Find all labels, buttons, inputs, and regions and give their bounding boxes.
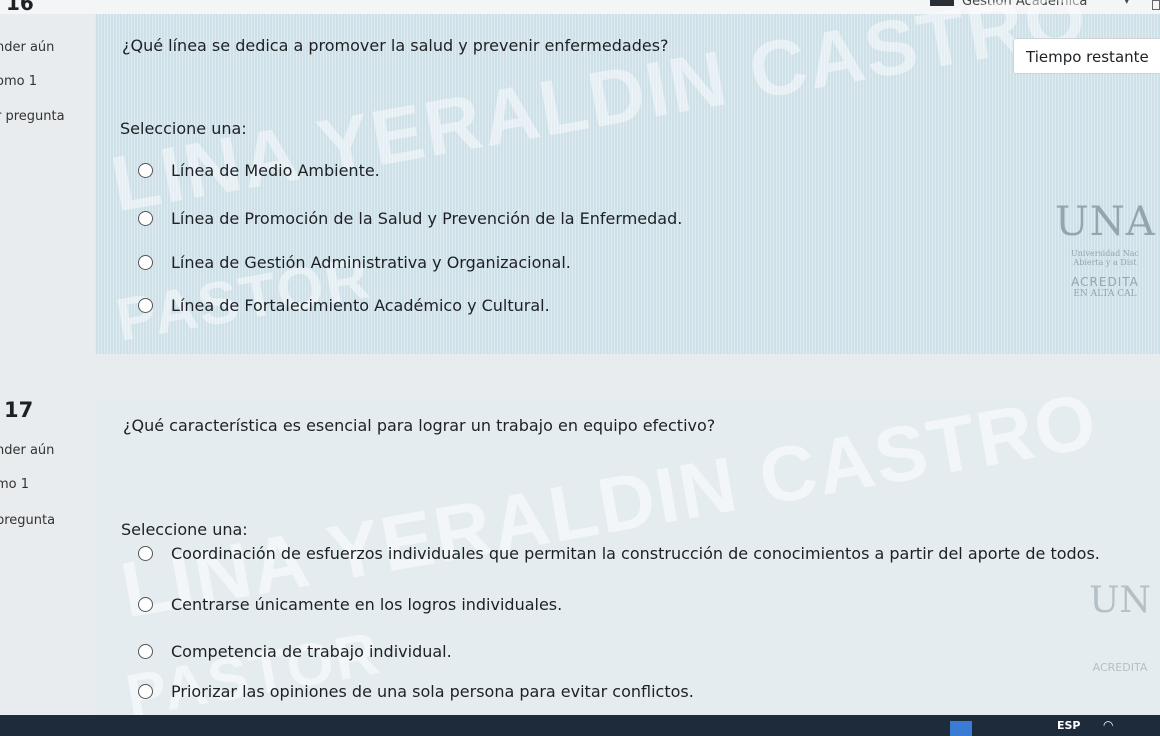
question-box-16: LINA YERALDIN CASTRO PASTOR ¿Qué línea s… <box>95 0 1160 354</box>
answer-option[interactable]: Línea de Medio Ambiente. <box>138 161 380 180</box>
window-icon <box>1152 0 1160 10</box>
question-info-17: 17 nder aún mo 1 pregunta <box>0 390 100 720</box>
question-text: ¿Qué línea se dedica a promover la salud… <box>122 36 669 55</box>
radio-button[interactable] <box>138 211 153 226</box>
logo-letters: UNA <box>1055 199 1156 245</box>
os-taskbar: ESP ◠ <box>0 715 1160 736</box>
question-box-17: LINA YERALDIN CASTRO PASTOR ¿Qué caracte… <box>95 376 1160 730</box>
answer-option-label: Línea de Fortalecimiento Académico y Cul… <box>171 296 550 315</box>
answer-option[interactable]: Línea de Promoción de la Salud y Prevenc… <box>138 209 682 228</box>
logo-accreditation: ACREDITA <box>1071 275 1139 289</box>
radio-button[interactable] <box>138 163 153 178</box>
answer-option-label: Priorizar las opiniones de una sola pers… <box>171 682 694 701</box>
language-indicator[interactable]: ESP <box>1057 719 1081 732</box>
timer-box: Tiempo restante <box>1013 38 1160 74</box>
radio-button[interactable] <box>138 298 153 313</box>
answer-option-label: Competencia de trabajo individual. <box>171 642 452 661</box>
watermark-name: LINA YERALDIN CASTRO <box>104 0 1095 229</box>
logo-subtitle-2: Abierta y a Dist <box>1073 258 1137 267</box>
answer-option-label: Línea de Promoción de la Salud y Prevenc… <box>171 209 683 228</box>
question-text: ¿Qué característica es esencial para log… <box>123 416 716 435</box>
flag-question-link[interactable]: r pregunta <box>0 109 65 124</box>
timer-label: Tiempo restante <box>1026 48 1149 66</box>
answer-option-label: Línea de Medio Ambiente. <box>171 161 380 180</box>
radio-button[interactable] <box>138 684 153 699</box>
answer-option[interactable]: Línea de Fortalecimiento Académico y Cul… <box>138 296 550 315</box>
question-status: nder aún <box>0 443 55 458</box>
select-one-label: Seleccione una: <box>121 520 248 539</box>
nav-block <box>930 0 954 6</box>
answer-option[interactable]: Centrarse únicamente en los logros indiv… <box>138 595 562 614</box>
question-status: nder aún <box>0 40 55 55</box>
logo-accreditation: ACREDITA <box>1092 661 1148 674</box>
user-menu[interactable]: Gestión Académica <box>962 0 1087 9</box>
flag-question-link[interactable]: pregunta <box>0 513 55 528</box>
answer-option[interactable]: Competencia de trabajo individual. <box>138 642 452 661</box>
radio-button[interactable] <box>138 546 153 561</box>
answer-option[interactable]: Línea de Gestión Administrativa y Organi… <box>138 253 571 272</box>
question-info-16: nder aún omo 1 r pregunta <box>0 0 100 380</box>
answer-option-label: Línea de Gestión Administrativa y Organi… <box>171 253 571 272</box>
university-logo: UN ACREDITA <box>1080 580 1160 674</box>
logo-accreditation-2: EN ALTA CAL <box>1073 289 1137 299</box>
top-bar: 16 Gestión Académica ▾ <box>0 0 1160 15</box>
radio-button[interactable] <box>138 255 153 270</box>
answer-option-label: Centrarse únicamente en los logros indiv… <box>171 595 563 614</box>
radio-button[interactable] <box>138 644 153 659</box>
question-mark: mo 1 <box>0 477 30 492</box>
logo-subtitle: Universidad Nac <box>1071 249 1139 258</box>
question-mark: omo 1 <box>0 74 37 89</box>
radio-button[interactable] <box>138 597 153 612</box>
question-number: 17 <box>4 398 34 422</box>
wifi-icon[interactable]: ◠ <box>1103 718 1113 732</box>
chevron-down-icon[interactable]: ▾ <box>1124 0 1130 7</box>
answer-option[interactable]: Priorizar las opiniones de una sola pers… <box>138 682 694 701</box>
select-one-label: Seleccione una: <box>120 119 247 138</box>
watermark-surname: PASTOR <box>121 619 386 730</box>
university-logo: UNA Universidad Nac Abierta y a Dist ACR… <box>1055 199 1155 299</box>
answer-option-label: Coordinación de esfuerzos individuales q… <box>171 544 1100 563</box>
answer-option[interactable]: Coordinación de esfuerzos individuales q… <box>138 544 1100 563</box>
app-icon[interactable] <box>950 721 972 736</box>
logo-letters: UN <box>1089 580 1151 621</box>
